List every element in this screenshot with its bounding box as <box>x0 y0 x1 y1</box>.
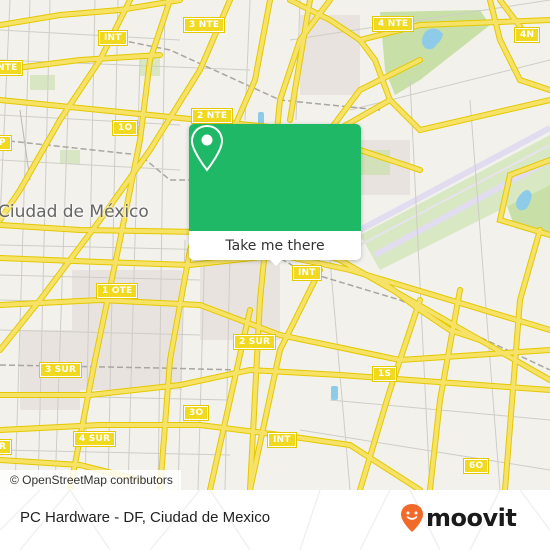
route-shield-3o: 3O <box>182 405 210 421</box>
take-me-there-label: Take me there <box>225 237 325 254</box>
take-me-there-button[interactable]: Take me there <box>189 231 361 260</box>
route-shield-int: INT <box>98 30 128 46</box>
moovit-wordmark: moovit <box>426 504 517 532</box>
map-view[interactable]: INT 3 NTE 4 NTE 4N NTE 2 NTE 1O P INT 1 … <box>0 0 550 490</box>
route-shield-int-mid: INT <box>292 265 322 281</box>
popup-pointer <box>269 259 283 266</box>
moovit-logo[interactable]: moovit <box>400 503 517 533</box>
city-label: Ciudad de México <box>0 202 149 222</box>
footer-bar: PC Hardware - DF, Ciudad de Mexico moovi… <box>0 490 550 550</box>
route-shield-2-nte: 2 NTE <box>190 108 234 124</box>
location-pin-icon <box>190 124 224 172</box>
route-shield-int-bottom: INT <box>267 432 297 448</box>
route-shield-4-nte: 4 NTE <box>371 16 415 32</box>
route-shield-2-sur: 2 SUR <box>232 334 277 350</box>
route-shield-3-nte: 3 NTE <box>182 17 226 33</box>
moovit-smiley-pin-icon <box>401 504 423 532</box>
route-shield-1-ote: 1 OTE <box>95 283 139 299</box>
route-shield-nte: NTE <box>0 60 24 76</box>
place-title: PC Hardware - DF, Ciudad de Mexico <box>20 509 271 526</box>
route-shield-1o: 1O <box>111 120 139 136</box>
route-shield-4n: 4N <box>513 27 541 43</box>
route-shield-4-sur: 4 SUR <box>72 431 117 447</box>
map-attribution[interactable]: © OpenStreetMap contributors <box>0 470 181 490</box>
route-shield-p: P <box>0 135 12 151</box>
route-shield-6o: 6O <box>462 458 490 474</box>
route-shield-r: R <box>0 439 13 455</box>
route-shield-3-sur: 3 SUR <box>38 362 83 378</box>
destination-popup[interactable]: Take me there <box>189 124 361 266</box>
route-shield-1s: 1S <box>371 366 398 382</box>
popup-header <box>189 124 361 231</box>
